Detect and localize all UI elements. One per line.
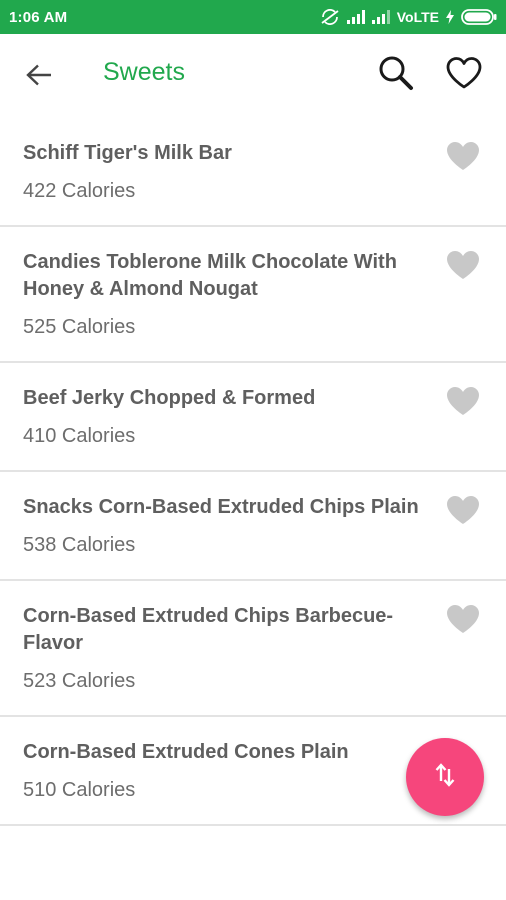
list-item[interactable]: Beef Jerky Chopped & Formed 410 Calories xyxy=(0,363,506,472)
list-item[interactable]: Snacks Corn-Based Extruded Chips Plain 5… xyxy=(0,472,506,581)
charging-icon xyxy=(446,10,454,24)
status-time: 1:06 AM xyxy=(9,8,68,26)
status-icons: VoLTE xyxy=(320,9,497,25)
search-button[interactable] xyxy=(376,55,416,95)
battery-icon xyxy=(461,9,497,25)
item-calories: 523 Calories xyxy=(23,670,136,692)
item-name: Candies Toblerone Milk Chocolate With Ho… xyxy=(23,251,397,300)
sort-arrows-icon xyxy=(434,762,456,793)
search-icon xyxy=(378,55,414,96)
network-type: VoLTE xyxy=(396,9,439,25)
heart-outline-icon xyxy=(445,56,483,95)
heart-filled-icon[interactable] xyxy=(446,141,480,173)
arrow-left-icon xyxy=(26,64,52,91)
heart-filled-icon[interactable] xyxy=(446,495,480,527)
list-item[interactable]: Schiff Tiger's Milk Bar 422 Calories xyxy=(0,118,506,227)
item-name: Beef Jerky Chopped & Formed xyxy=(23,387,316,409)
signal-icon-1 xyxy=(346,10,365,24)
item-name: Corn-Based Extruded Chips Barbecue-Flavo… xyxy=(23,605,394,654)
item-name: Snacks Corn-Based Extruded Chips Plain xyxy=(23,496,419,518)
item-calories: 538 Calories xyxy=(23,534,136,556)
food-list[interactable]: Schiff Tiger's Milk Bar 422 Calories Can… xyxy=(0,118,506,830)
item-name: Schiff Tiger's Milk Bar xyxy=(23,142,232,164)
status-bar: 1:06 AM VoLTE xyxy=(0,0,506,34)
list-item[interactable]: Candies Toblerone Milk Chocolate With Ho… xyxy=(0,227,506,363)
page-title: Sweets xyxy=(103,58,185,86)
item-calories: 525 Calories xyxy=(23,316,136,338)
item-name: Corn-Based Extruded Cones Plain xyxy=(23,741,349,763)
favorites-button[interactable] xyxy=(443,55,485,95)
list-item[interactable]: Corn-Based Extruded Chips Barbecue-Flavo… xyxy=(0,581,506,717)
signal-icon-2 xyxy=(371,10,390,24)
heart-filled-icon[interactable] xyxy=(446,604,480,636)
rotation-lock-icon xyxy=(320,9,340,25)
item-calories: 510 Calories xyxy=(23,779,136,801)
item-calories: 422 Calories xyxy=(23,180,136,202)
heart-filled-icon[interactable] xyxy=(446,386,480,418)
item-calories: 410 Calories xyxy=(23,425,136,447)
heart-filled-icon[interactable] xyxy=(446,250,480,282)
back-button[interactable] xyxy=(22,60,56,94)
sort-button[interactable] xyxy=(406,738,484,816)
app-bar: Sweets xyxy=(0,34,506,118)
